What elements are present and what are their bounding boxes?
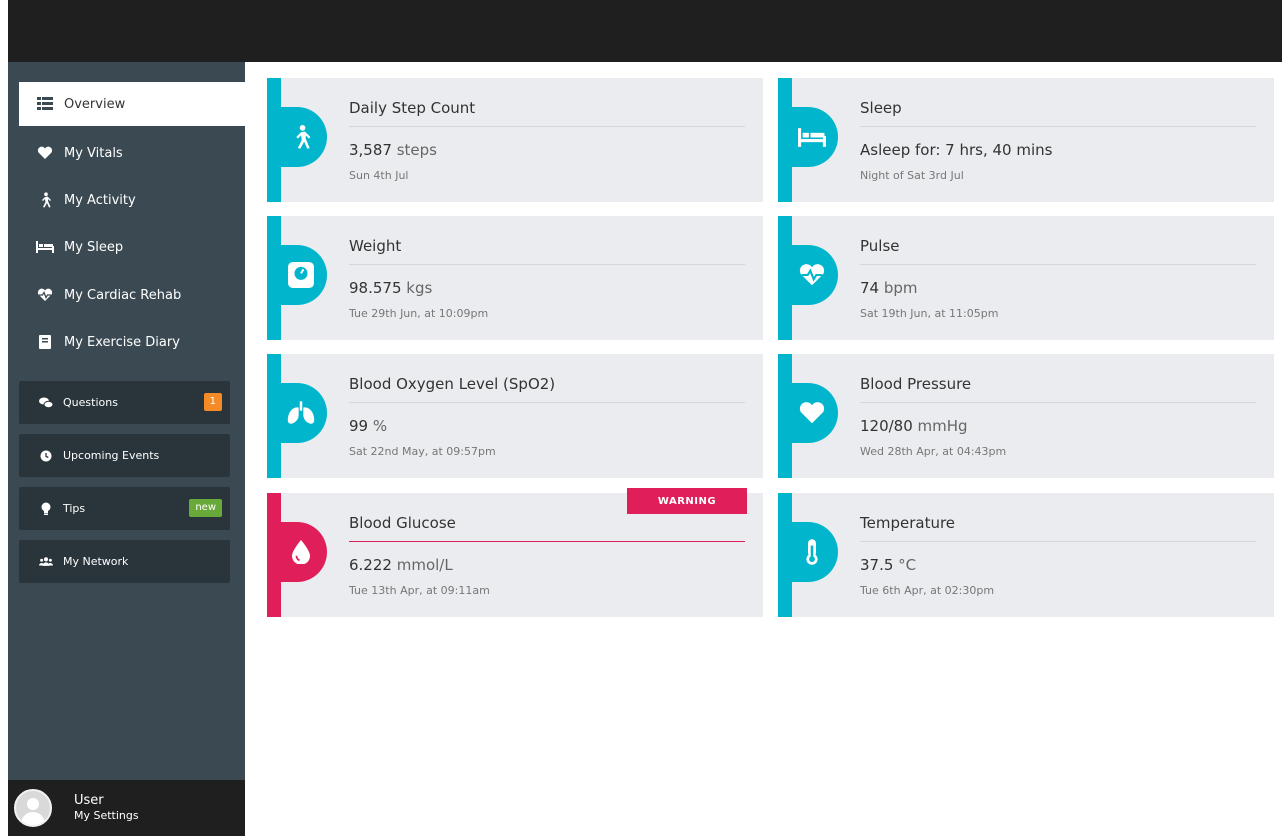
my-network-label: My Network	[63, 555, 129, 568]
tips-new-badge: new	[189, 499, 222, 517]
sidebar-item-label: My Vitals	[64, 145, 123, 161]
sidebar-item-label: My Sleep	[64, 239, 124, 255]
sidebar-item-label: My Cardiac Rehab	[64, 287, 182, 303]
chat-icon	[39, 396, 53, 410]
sidebar-item-my-sleep[interactable]: My Sleep	[19, 225, 245, 269]
heart-icon	[36, 144, 54, 162]
card-date: Sat 22nd May, at 09:57pm	[349, 445, 496, 458]
bed-icon	[36, 238, 54, 256]
questions-label: Questions	[63, 396, 118, 409]
card-title: Sleep	[860, 99, 902, 117]
card-value: 37.5 °C	[860, 556, 917, 574]
card-date: Night of Sat 3rd Jul	[860, 169, 964, 182]
tips-label: Tips	[63, 502, 86, 515]
card-date: Sun 4th Jul	[349, 169, 409, 182]
card-blood-glucose[interactable]: WARNING Blood Glucose 6.222 mmol/L Tue 1…	[267, 488, 763, 617]
list-icon	[36, 95, 54, 113]
upcoming-events-label: Upcoming Events	[63, 449, 160, 462]
card-value: 3,587 steps	[349, 141, 437, 159]
bed-icon	[778, 107, 838, 167]
sidebar: Overview My Vitals My Activity My Sleep …	[8, 62, 245, 836]
card-date: Tue 29th Jun, at 10:09pm	[349, 307, 489, 320]
card-value: 99 %	[349, 417, 388, 435]
user-name: User	[74, 793, 104, 808]
sidebar-item-my-vitals[interactable]: My Vitals	[19, 131, 245, 175]
my-settings-link[interactable]: My Settings	[74, 809, 139, 823]
heart-icon	[778, 383, 838, 443]
card-value: 98.575 kgs	[349, 279, 433, 297]
card-daily-step-count[interactable]: Daily Step Count 3,587 steps Sun 4th Jul	[267, 78, 763, 202]
droplet-icon	[267, 522, 327, 582]
lungs-icon	[267, 383, 327, 443]
card-weight[interactable]: Weight 98.575 kgs Tue 29th Jun, at 10:09…	[267, 216, 763, 340]
card-title: Blood Oxygen Level (SpO2)	[349, 375, 556, 393]
sidebar-item-my-activity[interactable]: My Activity	[19, 178, 245, 222]
card-value: 120/80 mmHg	[860, 417, 968, 435]
card-date: Tue 13th Apr, at 09:11am	[349, 584, 490, 597]
questions-count-badge: 1	[203, 393, 222, 411]
lightbulb-icon	[39, 502, 53, 516]
card-date: Tue 6th Apr, at 02:30pm	[860, 584, 995, 597]
walking-icon	[267, 107, 327, 167]
card-title: Weight	[349, 237, 402, 255]
sidebar-item-my-exercise-diary[interactable]: My Exercise Diary	[19, 320, 245, 364]
sidebar-item-label: My Activity	[64, 192, 136, 208]
warning-badge: WARNING	[627, 488, 747, 514]
card-sleep[interactable]: Sleep Asleep for: 7 hrs, 40 mins Night o…	[778, 78, 1274, 202]
card-temperature[interactable]: Temperature 37.5 °C Tue 6th Apr, at 02:3…	[778, 493, 1274, 617]
card-blood-pressure[interactable]: Blood Pressure 120/80 mmHg Wed 28th Apr,…	[778, 354, 1274, 478]
card-title: Blood Glucose	[349, 514, 456, 532]
upcoming-events-button[interactable]: Upcoming Events	[19, 434, 230, 477]
tips-button[interactable]: Tips new	[19, 487, 230, 530]
heartbeat-icon	[36, 286, 54, 304]
book-icon	[36, 333, 54, 351]
card-value: 74 bpm	[860, 279, 918, 297]
sidebar-item-my-cardiac-rehab[interactable]: My Cardiac Rehab	[19, 273, 245, 317]
card-blood-oxygen[interactable]: Blood Oxygen Level (SpO2) 99 % Sat 22nd …	[267, 354, 763, 478]
scale-icon	[267, 245, 327, 305]
walking-icon	[36, 191, 54, 209]
avatar	[14, 789, 52, 827]
card-title: Temperature	[860, 514, 956, 532]
card-title: Pulse	[860, 237, 900, 255]
card-pulse[interactable]: Pulse 74 bpm Sat 19th Jun, at 11:05pm	[778, 216, 1274, 340]
my-network-button[interactable]: My Network	[19, 540, 230, 583]
user-settings-bar[interactable]: User My Settings	[8, 780, 245, 836]
card-value: Asleep for: 7 hrs, 40 mins	[860, 141, 1053, 159]
top-bar	[8, 0, 1282, 62]
sidebar-item-label: Overview	[64, 96, 126, 112]
clock-icon	[39, 449, 53, 463]
users-icon	[39, 555, 53, 569]
thermometer-icon	[778, 522, 838, 582]
questions-button[interactable]: Questions 1	[19, 381, 230, 424]
card-title: Blood Pressure	[860, 375, 972, 393]
card-date: Sat 19th Jun, at 11:05pm	[860, 307, 999, 320]
heartbeat-icon	[778, 245, 838, 305]
card-title: Daily Step Count	[349, 99, 476, 117]
sidebar-item-overview[interactable]: Overview	[19, 82, 245, 126]
sidebar-item-label: My Exercise Diary	[64, 334, 180, 350]
card-date: Wed 28th Apr, at 04:43pm	[860, 445, 1007, 458]
card-value: 6.222 mmol/L	[349, 556, 453, 574]
